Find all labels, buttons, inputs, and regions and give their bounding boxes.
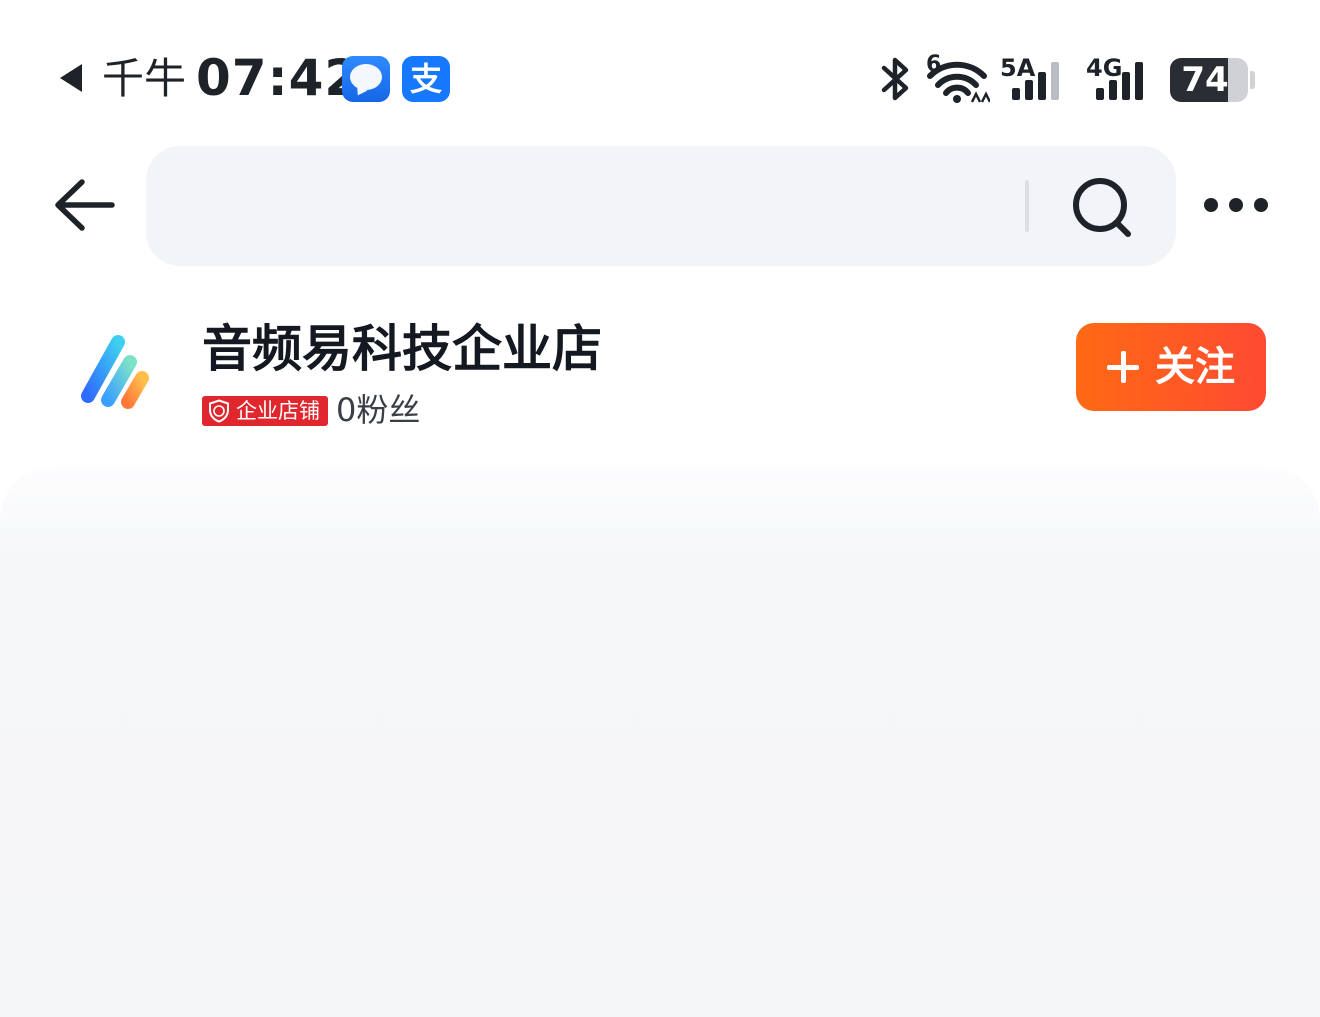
shop-search-page: 千牛 07:42 支 6 5A 4G 74 音频易科技企业店 企业店铺 0粉丝 …: [0, 0, 1320, 1017]
battery-percent: 74: [1181, 60, 1229, 100]
signal-2-bars-icon: [1096, 60, 1143, 100]
clock: 07:42: [196, 49, 361, 107]
wifi-generation-label: 6: [926, 52, 942, 77]
back-to-app-label[interactable]: 千牛: [102, 52, 186, 106]
follow-button[interactable]: 关注: [1076, 323, 1266, 411]
search-input[interactable]: [146, 146, 1176, 266]
content-panel: [0, 466, 1320, 1017]
back-arrow-icon[interactable]: [52, 176, 116, 234]
alipay-glyph: 支: [409, 60, 442, 98]
plus-icon: [1107, 351, 1139, 383]
status-bar: 千牛 07:42 支 6 5A 4G 74: [0, 0, 1320, 150]
alipay-app-icon: 支: [402, 56, 450, 102]
shield-icon: [209, 399, 229, 423]
shop-logo-mark: [81, 335, 149, 409]
follow-label: 关注: [1155, 344, 1235, 390]
chat-app-icon: [342, 56, 390, 102]
back-to-app-icon[interactable]: [60, 64, 82, 92]
shop-name[interactable]: 音频易科技企业店: [202, 318, 602, 380]
fans-label: 粉丝: [356, 391, 421, 429]
search-icon[interactable]: [1066, 172, 1138, 244]
badge-label: 企业店铺: [236, 399, 320, 423]
signal-1-bars-icon: [1012, 60, 1059, 100]
fans-count: 0粉丝: [336, 388, 420, 432]
enterprise-store-badge: 企业店铺: [202, 396, 328, 426]
more-icon[interactable]: [1204, 192, 1268, 218]
battery-icon: 74: [1170, 58, 1248, 102]
fans-number: 0: [336, 391, 357, 429]
battery-tip: [1250, 71, 1255, 89]
bluetooth-icon: [881, 57, 909, 101]
search-divider: [1025, 180, 1029, 232]
shop-logo[interactable]: [60, 316, 170, 426]
